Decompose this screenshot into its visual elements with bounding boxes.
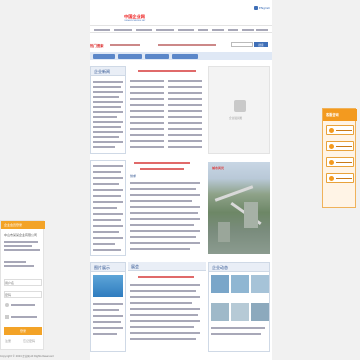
photos-header: 图片展示: [91, 263, 125, 272]
main-content: 中国企业网 CHINA ENTERPRISE NET ENglish 热门搜索 …: [90, 0, 272, 360]
nav-button-4[interactable]: [172, 53, 198, 59]
message-icon: [329, 160, 334, 165]
login-button[interactable]: 登录: [4, 327, 42, 335]
service-item-1[interactable]: [326, 125, 354, 135]
bottom-gallery-header: 企业动态: [209, 263, 269, 272]
exhibit-box: 展会: [128, 262, 206, 352]
placeholder-image[interactable]: 企业展示图: [208, 66, 270, 154]
photo-thumb[interactable]: [93, 275, 123, 297]
register-link[interactable]: 注册: [5, 339, 11, 343]
left-sidebar-title: 企业会员登录: [4, 223, 23, 227]
gallery-thumb-1[interactable]: [211, 275, 229, 293]
phone-icon: [329, 144, 334, 149]
gallery-thumb-5[interactable]: [231, 303, 249, 321]
bottom-gallery-title: 企业动态: [212, 265, 228, 270]
service-item-2[interactable]: [326, 141, 354, 151]
products-box: 供求: [128, 160, 206, 256]
english-link[interactable]: ENglish: [254, 6, 271, 11]
username-field[interactable]: [4, 279, 42, 286]
nav-bar-blue: [90, 52, 272, 60]
news-box-title: 企业新闻: [94, 69, 110, 74]
products-tab[interactable]: 供求: [130, 174, 136, 178]
service-item-3[interactable]: [326, 157, 354, 167]
right-service-bar: 客服咨询: [322, 108, 357, 208]
chat-icon: [329, 128, 334, 133]
search-input[interactable]: [231, 42, 253, 47]
exhibit-title: 展会: [131, 264, 139, 269]
notice-box: [90, 160, 126, 256]
nav-button-3[interactable]: [145, 53, 169, 59]
exhibit-header: 展会: [128, 262, 206, 271]
service-item-4[interactable]: [326, 173, 354, 183]
headline-box: [128, 66, 206, 154]
logo[interactable]: 中国企业网 CHINA ENTERPRISE NET: [124, 14, 146, 25]
city-caption: 城市风光: [212, 166, 225, 170]
image-caption: 企业展示图: [229, 117, 242, 120]
news-box-left: 企业新闻: [90, 66, 126, 154]
city-photo[interactable]: 城市风光: [208, 162, 270, 254]
support-icon: [329, 176, 334, 181]
photos-title: 图片展示: [94, 265, 110, 270]
logo-subtitle: CHINA ENTERPRISE NET: [124, 20, 146, 22]
bottom-gallery: 企业动态: [208, 262, 270, 352]
english-label: ENglish: [259, 6, 271, 10]
footer-status: Copyright © 2024 企业网 All Rights Reserved: [0, 355, 54, 358]
gallery-thumb-2[interactable]: [231, 275, 249, 293]
service-header: 客服咨询: [323, 109, 357, 121]
forgot-link[interactable]: 忘记密码: [23, 339, 35, 343]
left-sidebar: 企业会员登录 中山市某某企业有限公司 登录 注册 忘记密码: [0, 220, 45, 350]
top-nav: [90, 25, 272, 33]
left-sidebar-company: 中山市某某企业有限公司: [4, 233, 38, 237]
service-title: 客服咨询: [326, 113, 339, 117]
search-button[interactable]: 搜索: [254, 42, 268, 47]
news-box-header: 企业新闻: [91, 67, 125, 76]
password-field[interactable]: [4, 291, 42, 298]
english-icon: [254, 6, 258, 10]
puzzle-icon: [234, 100, 246, 112]
nav-button-1[interactable]: [93, 53, 115, 59]
gallery-thumb-3[interactable]: [251, 275, 269, 293]
photos-box: 图片展示: [90, 262, 126, 352]
gallery-thumb-4[interactable]: [211, 303, 229, 321]
nav-button-2[interactable]: [118, 53, 142, 59]
gallery-thumb-6[interactable]: [251, 303, 269, 321]
hot-search-label: 热门搜索: [90, 44, 104, 48]
lock-icon: [5, 315, 9, 319]
user-icon: [5, 303, 9, 307]
